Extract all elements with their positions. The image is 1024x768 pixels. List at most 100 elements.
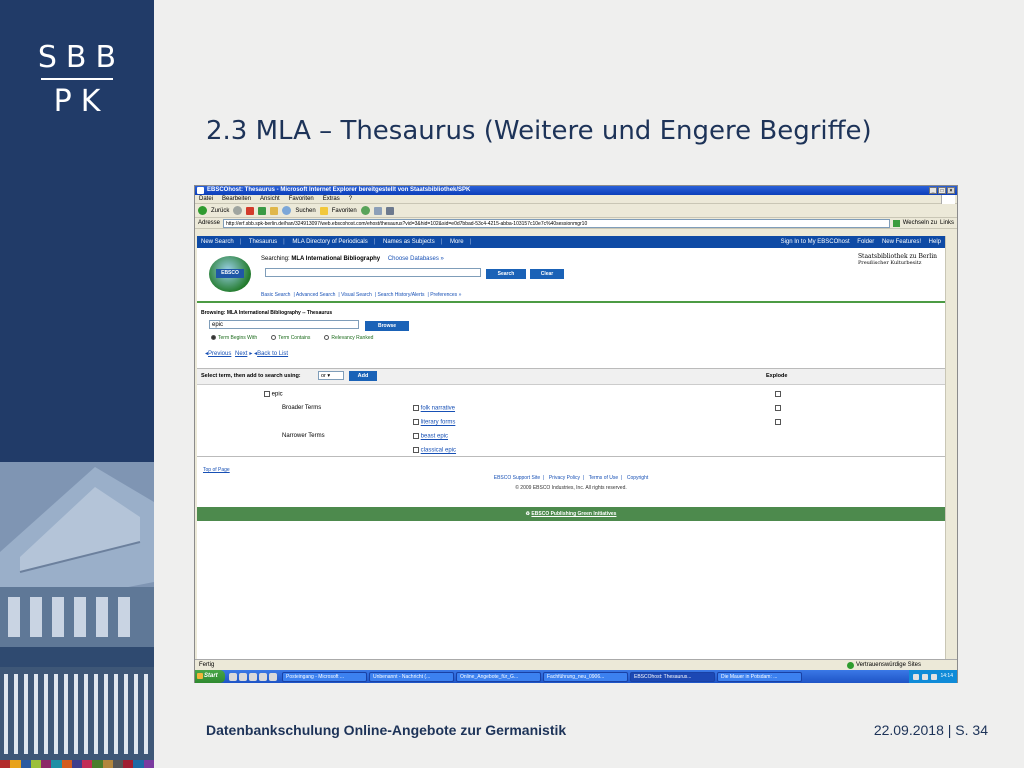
back-arrow-icon[interactable]: [198, 206, 207, 215]
system-tray: 14:14: [909, 670, 957, 683]
nav-help[interactable]: Help: [929, 239, 941, 245]
broader-term-1-explode[interactable]: [775, 405, 781, 411]
radio-term-contains[interactable]: Term Contains: [271, 335, 310, 341]
clock[interactable]: 14:14: [940, 670, 953, 683]
mail-icon[interactable]: [373, 206, 382, 215]
green-initiative-link[interactable]: EBSCO Publishing Green Initiatives: [531, 511, 616, 517]
back-label[interactable]: Zurück: [211, 208, 229, 214]
radio-relevancy[interactable]: Relevancy Ranked: [324, 335, 373, 341]
window-titlebar: EBSCOhost: Thesaurus - Microsoft Interne…: [195, 186, 957, 195]
web-page: New Search Thesaurus MLA Directory of Pe…: [197, 236, 945, 659]
ebsco-logo[interactable]: EBSCO: [209, 256, 251, 292]
go-label[interactable]: Wechseln zu: [903, 220, 937, 226]
menu-favoriten[interactable]: Favoriten: [289, 195, 314, 203]
broader-term-2-checkbox[interactable]: [413, 419, 419, 425]
narrower-term-2-link[interactable]: classical epic: [421, 448, 456, 454]
browse-input[interactable]: epic: [209, 320, 359, 329]
nav-thesaurus[interactable]: Thesaurus: [249, 239, 285, 245]
search-icon[interactable]: [282, 206, 292, 215]
quick-launch-ie-icon[interactable]: [239, 672, 247, 681]
menu-ansicht[interactable]: Ansicht: [260, 195, 280, 203]
broader-term-2-explode[interactable]: [775, 419, 781, 425]
history-icon[interactable]: [360, 206, 370, 215]
clear-button[interactable]: Clear: [530, 269, 564, 279]
visual-search-link[interactable]: Visual Search: [341, 292, 372, 298]
basic-search-link[interactable]: Basic Search: [261, 292, 290, 298]
nav-mla-directory[interactable]: MLA Directory of Periodicals: [292, 239, 375, 245]
task-mauer-potsdam[interactable]: Die Mauer in Potsdam: ...: [717, 671, 802, 682]
search-label[interactable]: Suchen: [295, 208, 315, 214]
windows-taskbar: Start Posteingang - Microsoft ... Unbena…: [195, 670, 957, 683]
nav-folder[interactable]: Folder: [857, 239, 874, 245]
search-input[interactable]: [265, 268, 481, 277]
menu-help[interactable]: ?: [349, 195, 352, 203]
next-link[interactable]: Next: [235, 351, 247, 357]
menu-extras[interactable]: Extras: [323, 195, 340, 203]
nav-new-features[interactable]: New Features!: [882, 239, 921, 245]
broader-term-2-link[interactable]: literary forms: [421, 420, 456, 426]
copyright-text: © 2009 EBSCO Industries, Inc. All rights…: [515, 485, 627, 491]
favorites-label[interactable]: Favoriten: [332, 208, 357, 214]
back-to-list-link[interactable]: Back to List: [257, 351, 288, 357]
forward-arrow-icon[interactable]: [233, 206, 243, 215]
home-icon[interactable]: [270, 206, 279, 215]
menu-bearbeiten[interactable]: Bearbeiten: [222, 195, 251, 203]
green-initiative-bar: ♻ EBSCO Publishing Green Initiatives: [197, 507, 945, 521]
brand-line-1: Staatsbibliothek zu Berlin: [857, 253, 937, 260]
terms-of-use-link[interactable]: Terms of Use: [589, 475, 618, 481]
quick-launch-outlook-icon[interactable]: [249, 672, 257, 681]
previous-link[interactable]: Previous: [208, 351, 231, 357]
task-fachfuehrung[interactable]: Fachführung_neu_0906...: [543, 671, 628, 682]
links-label[interactable]: Links: [940, 220, 954, 226]
narrower-term-1-checkbox[interactable]: [413, 433, 419, 439]
main-term-checkbox[interactable]: [264, 391, 270, 397]
radio-term-contains-label: Term Contains: [278, 335, 311, 341]
start-button[interactable]: Start: [195, 670, 225, 683]
print-icon[interactable]: [385, 206, 394, 215]
narrower-term-1-link[interactable]: beast epic: [421, 434, 448, 440]
radio-term-begins[interactable]: Term Begins With: [211, 335, 257, 341]
preferences-link[interactable]: Preferences »: [430, 292, 461, 298]
narrower-term-2-checkbox[interactable]: [413, 447, 419, 453]
copyright-link[interactable]: Copyright: [627, 475, 648, 481]
quick-launch-folder-icon[interactable]: [259, 672, 267, 681]
task-online-angebote[interactable]: Online_Angebote_für_G...: [456, 671, 541, 682]
add-button[interactable]: Add: [349, 371, 377, 381]
task-posteingang[interactable]: Posteingang - Microsoft ...: [282, 671, 367, 682]
quick-launch-desktop-icon[interactable]: [229, 672, 237, 681]
refresh-icon[interactable]: [258, 206, 267, 215]
tray-volume-icon[interactable]: [922, 673, 929, 680]
favorites-star-icon[interactable]: [319, 206, 328, 215]
nav-names-as-subjects[interactable]: Names as Subjects: [383, 239, 442, 245]
broader-term-1-checkbox[interactable]: [413, 405, 419, 411]
choose-databases-link[interactable]: Choose Databases »: [388, 256, 444, 262]
close-button[interactable]: ×: [947, 187, 955, 194]
maximize-button[interactable]: □: [938, 187, 946, 194]
nav-more[interactable]: More: [450, 239, 471, 245]
vertical-scrollbar[interactable]: [945, 236, 955, 659]
top-of-page-link[interactable]: Top of Page: [203, 467, 230, 473]
privacy-policy-link[interactable]: Privacy Policy: [549, 475, 580, 481]
tray-network-icon[interactable]: [913, 673, 920, 680]
search-history-link[interactable]: Search History/Alerts: [378, 292, 425, 298]
main-term-explode-checkbox[interactable]: [775, 391, 781, 397]
stop-icon[interactable]: [246, 206, 255, 215]
tray-security-icon[interactable]: [931, 673, 938, 680]
nav-new-search[interactable]: New Search: [201, 239, 241, 245]
broader-term-1-link[interactable]: folk narrative: [421, 406, 455, 412]
advanced-search-link[interactable]: Advanced Search: [296, 292, 335, 298]
address-input[interactable]: http://erf.sbb.spk-berlin.de/han/3249130…: [223, 218, 890, 228]
task-ebscohost[interactable]: EBSCOhost: Thesaurus...: [630, 671, 715, 682]
search-button[interactable]: Search: [486, 269, 526, 279]
support-site-link[interactable]: EBSCO Support Site: [494, 475, 540, 481]
menu-datei[interactable]: Datei: [199, 195, 213, 203]
browse-button[interactable]: Browse: [365, 321, 409, 331]
go-arrow-icon[interactable]: [892, 219, 900, 227]
boolean-operator-select[interactable]: or ▾: [318, 371, 344, 380]
address-bar: Adresse http://erf.sbb.spk-berlin.de/han…: [195, 218, 957, 229]
nav-sign-in[interactable]: Sign In to My EBSCOhost: [781, 239, 850, 245]
slide-title: 2.3 MLA – Thesaurus (Weitere und Engere …: [206, 116, 872, 146]
minimize-button[interactable]: _: [929, 187, 937, 194]
quick-launch-app-icon[interactable]: [269, 672, 277, 681]
task-unbenannt[interactable]: Unbenannt - Nachricht (...: [369, 671, 454, 682]
